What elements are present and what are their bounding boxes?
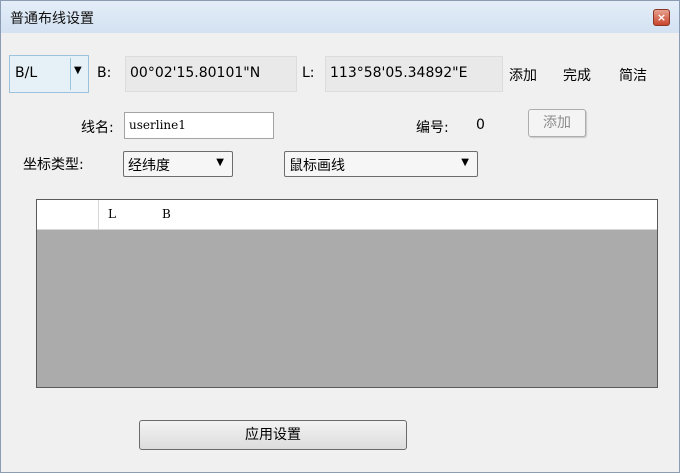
coord-format-dropdown[interactable]: B/L ▼ <box>9 55 89 93</box>
add-button[interactable]: 添加 <box>528 109 586 137</box>
number-label: 编号: <box>416 120 449 136</box>
table-corner-cell <box>37 200 99 229</box>
toolbar-add-button[interactable]: 添加 <box>509 65 537 85</box>
coord-type-select[interactable]: 经纬度 ▼ <box>123 151 233 177</box>
coord-format-value: B/L <box>15 65 38 81</box>
l-coordinate-field[interactable]: 113°58'05.34892"E <box>325 56 503 92</box>
chevron-down-icon: ▼ <box>461 157 469 168</box>
close-button[interactable]: × <box>653 9 670 26</box>
draw-mode-value: 鼠标画线 <box>289 158 345 174</box>
number-value: 0 <box>476 117 485 133</box>
coord-type-value: 经纬度 <box>128 158 170 174</box>
coord-type-label: 坐标类型: <box>23 157 84 173</box>
draw-mode-select[interactable]: 鼠标画线 ▼ <box>284 151 478 177</box>
window-title: 普通布线设置 <box>10 11 94 27</box>
column-header-b[interactable]: B <box>162 207 171 221</box>
b-label: B: <box>97 65 112 81</box>
table-header: L B <box>37 200 657 230</box>
coordinate-table[interactable]: L B <box>36 199 658 388</box>
chevron-down-icon: ▼ <box>216 157 224 168</box>
toolbar-simple-button[interactable]: 简洁 <box>619 65 647 85</box>
line-name-label: 线名: <box>81 120 114 136</box>
toolbar-finish-button[interactable]: 完成 <box>563 65 591 85</box>
coordinate-toolbar: B/L ▼ B: 00°02'15.80101"N L: 113°58'05.3… <box>9 55 673 93</box>
dropdown-separator <box>70 58 71 90</box>
column-header-l[interactable]: L <box>108 207 116 221</box>
title-bar[interactable]: 普通布线设置 × <box>1 1 679 33</box>
l-label: L: <box>302 65 315 81</box>
dropdown-arrow-icon[interactable]: ▼ <box>74 65 82 76</box>
line-name-input[interactable]: userline1 <box>124 112 274 139</box>
close-icon: × <box>656 11 667 24</box>
dialog-window: 普通布线设置 × B/L ▼ B: 00°02'15.80101"N L: 11… <box>0 0 680 473</box>
b-coordinate-field[interactable]: 00°02'15.80101"N <box>125 56 297 92</box>
apply-settings-button[interactable]: 应用设置 <box>139 420 407 450</box>
